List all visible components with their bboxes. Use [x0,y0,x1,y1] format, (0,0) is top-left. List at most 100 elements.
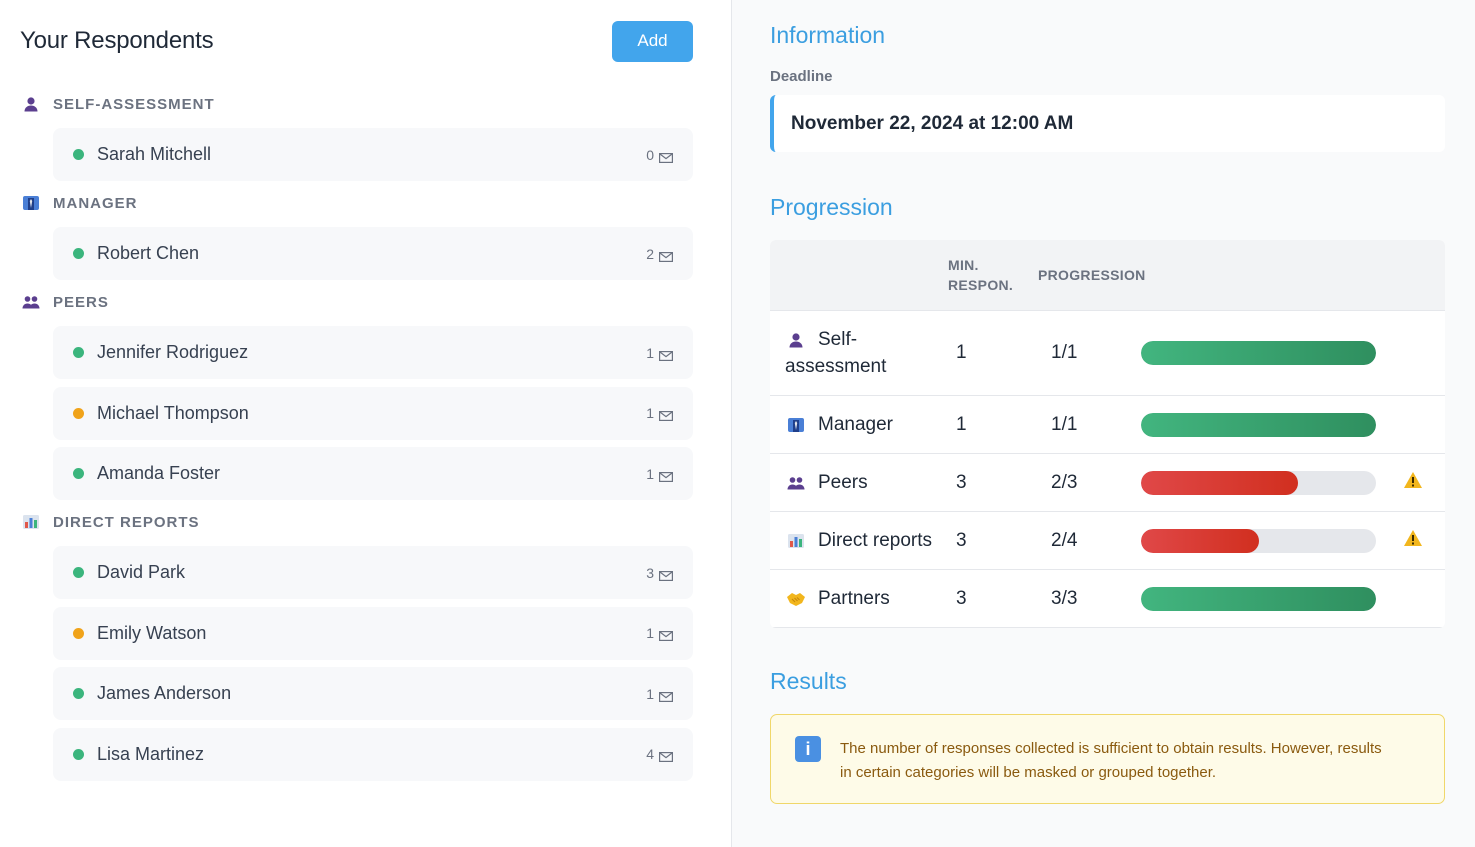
status-dot [73,347,84,358]
header-progression: PROGRESSION [1038,267,1146,283]
respondent-row[interactable]: Michael Thompson 1 [53,386,693,440]
respondent-row[interactable]: Lisa Martinez 4 [53,727,693,781]
progress-bar-fill [1141,470,1298,495]
respondent-row[interactable]: Sarah Mitchell 0 [53,128,693,181]
group-label: SELF-ASSESSMENT [53,95,215,113]
respondent-row[interactable]: Jennifer Rodriguez 1 [53,326,693,379]
status-dot [73,149,84,160]
min-responses: 3 [956,529,967,551]
progress-text: 2/3 [1051,471,1078,493]
mail-icon[interactable] [659,628,674,642]
category-cell: Manager [770,411,948,438]
reminder-count: 1 [646,405,654,421]
reminder-count: 1 [646,625,654,641]
category-cell: Partners [770,585,948,612]
respondents-header: Your Respondents Add [20,0,693,82]
handshake-icon [785,585,807,612]
progress-bar [1141,586,1376,611]
min-responses: 3 [956,587,967,609]
category-cell: Direct reports [770,527,948,554]
progress-bar [1141,341,1376,365]
group-header: DIRECT REPORTS [20,512,693,532]
header-min-line2: RESPON. [948,277,1014,293]
mail-icon[interactable] [659,749,674,763]
peers-icon [785,469,807,496]
category-line-1: Partners [818,588,890,609]
progress-text: 3/3 [1051,587,1078,609]
progress-bar-fill [1141,528,1259,553]
mail-icon[interactable] [659,408,674,422]
respondent-row[interactable]: James Anderson 1 [53,667,693,720]
category-label: Direct reports [818,527,932,554]
min-responses: 1 [956,342,967,363]
mail-icon[interactable] [659,568,674,581]
progression-rows: Self-assessment 1 1/1 Manager 1 1/1 Peers 3 2/3 D… [770,311,1445,628]
category-cell: Self-assessment [770,326,948,380]
respondent-name: David Park [97,562,186,582]
group-label: MANAGER [53,194,138,212]
reminder-count: 1 [646,344,654,361]
category-line-1: Peers [818,472,868,493]
respondent-name: Lisa Martinez [97,743,205,764]
manager-icon [20,195,42,211]
progress-text: 1/1 [1051,413,1078,435]
respondent-name: Amanda Foster [97,463,221,483]
respondent-name: James Anderson [97,683,232,703]
warning-icon [1403,529,1423,547]
status-dot [73,248,84,259]
respondent-name: Sarah Mitchell [97,144,212,164]
progress-bar [1141,412,1376,437]
warning-icon [1403,471,1423,489]
notice-line-1: The number of responses collected is suf… [840,740,1382,757]
respondent-name: Emily Watson [97,622,207,643]
status-dot [73,468,84,479]
progression-row: Direct reports 3 2/4 [770,512,1445,570]
mail-icon[interactable] [659,348,674,361]
respondent-name: Robert Chen [97,243,200,263]
progress-bar-fill [1141,586,1376,611]
respondent-groups: SELF-ASSESSMENT Sarah Mitchell 0 MANAGER Rob… [20,94,693,781]
respondent-row[interactable]: Robert Chen 2 [53,227,693,280]
category-label: Self-assessment [785,326,886,380]
group-label: PEERS [53,293,109,311]
mail-icon[interactable] [659,150,674,163]
results-notice-text: The number of responses collected is suf… [840,737,1382,785]
respondent-name: Michael Thompson [97,402,249,423]
progression-row: Peers 3 2/3 [770,454,1445,512]
progression-row: Self-assessment 1 1/1 [770,311,1445,396]
category-label: Partners [818,585,890,612]
group-header: MANAGER [20,193,693,213]
direct-reports-icon [785,527,807,554]
reminder-count: 1 [646,465,654,482]
respondents-title: Your Respondents [20,27,214,54]
respondents-panel: Your Respondents Add SELF-ASSESSMENT Sara… [0,0,732,847]
deadline-label: Deadline [770,68,833,85]
category-line-1: Direct reports [818,530,933,551]
status-dot [73,688,84,699]
progression-table-header: MIN. RESPON. PROGRESSION [770,240,1445,311]
mail-icon[interactable] [659,689,674,702]
group-header: PEERS [20,292,693,312]
progression-row: Manager 1 1/1 [770,396,1445,454]
progress-text: 1/1 [1051,342,1078,363]
respondent-row[interactable]: Amanda Foster 1 [53,447,693,500]
respondent-row[interactable]: David Park 3 [53,546,693,599]
peers-icon [20,295,42,309]
progress-bar-fill [1141,412,1376,437]
direct-reports-icon [20,514,42,530]
category-label: Peers [818,469,868,496]
mail-icon[interactable] [659,469,674,482]
status-dot [73,567,84,578]
respondent-row[interactable]: Emily Watson 1 [53,606,693,660]
results-notice: i The number of responses collected is s… [770,714,1445,804]
group-header: SELF-ASSESSMENT [20,94,693,114]
category-label: Manager [818,411,893,438]
mail-icon[interactable] [659,249,674,262]
respondent-name: Jennifer Rodriguez [97,342,249,362]
reminder-count: 0 [646,146,654,163]
deadline-value: November 22, 2024 at 12:00 AM [770,95,1445,152]
header-min-line1: MIN. [948,257,979,273]
progress-text: 2/4 [1051,529,1078,551]
add-respondent-button[interactable]: Add [612,20,693,62]
progress-bar-fill [1141,341,1376,365]
